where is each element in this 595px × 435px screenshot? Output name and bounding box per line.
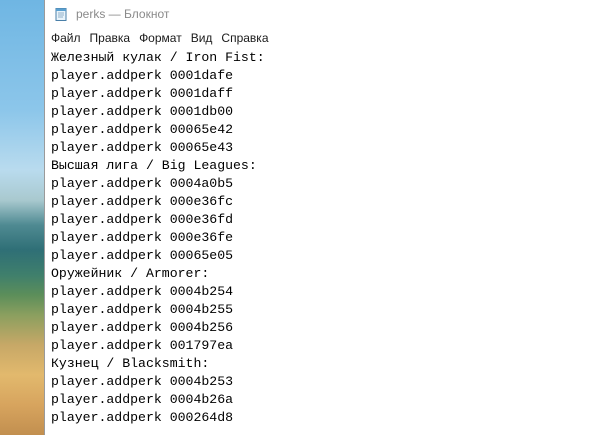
- text-line: player.addperk 001797ea: [51, 338, 234, 353]
- text-line: player.addperk 0004b253: [51, 374, 234, 389]
- text-line: player.addperk 00065e43: [51, 140, 234, 155]
- text-line: player.addperk 0004b256: [51, 320, 234, 335]
- text-line: player.addperk 0001dafe: [51, 68, 234, 83]
- text-line: Оружейник / Armorer:: [51, 266, 210, 281]
- text-line: Высшая лига / Big Leagues:: [51, 158, 257, 173]
- text-line: player.addperk 000264d8: [51, 410, 234, 425]
- menu-view[interactable]: Вид: [187, 29, 217, 47]
- menu-format[interactable]: Формат: [135, 29, 186, 47]
- text-line: player.addperk 00065e05: [51, 248, 234, 263]
- text-line: player.addperk 0001db00: [51, 104, 234, 119]
- text-editor-area[interactable]: Железный кулак / Iron Fist: player.addpe…: [45, 49, 595, 435]
- text-line: player.addperk 000e36fc: [51, 194, 234, 209]
- text-line: player.addperk 00065e42: [51, 122, 234, 137]
- notepad-window: perks — Блокнот Файл Правка Формат Вид С…: [44, 0, 595, 435]
- text-line: player.addperk 000e36fd: [51, 212, 234, 227]
- text-line: player.addperk 0004b26a: [51, 392, 234, 407]
- menu-bar: Файл Правка Формат Вид Справка: [45, 27, 595, 48]
- text-line: player.addperk 0004b254: [51, 284, 234, 299]
- window-title: perks — Блокнот: [76, 6, 170, 21]
- text-line: player.addperk 0004a0b5: [51, 176, 234, 191]
- text-line: player.addperk 0001daff: [51, 86, 234, 101]
- notepad-icon: [54, 7, 68, 21]
- desktop-wallpaper: [0, 0, 44, 435]
- text-line: Кузнец / Blacksmith:: [51, 356, 210, 371]
- title-bar[interactable]: perks — Блокнот: [45, 0, 595, 27]
- menu-edit[interactable]: Правка: [86, 29, 135, 47]
- menu-file[interactable]: Файл: [47, 29, 85, 47]
- menu-help[interactable]: Справка: [217, 29, 272, 47]
- text-line: player.addperk 0004b255: [51, 302, 234, 317]
- text-line: Железный кулак / Iron Fist:: [51, 50, 265, 65]
- text-line: player.addperk 000e36fe: [51, 230, 234, 245]
